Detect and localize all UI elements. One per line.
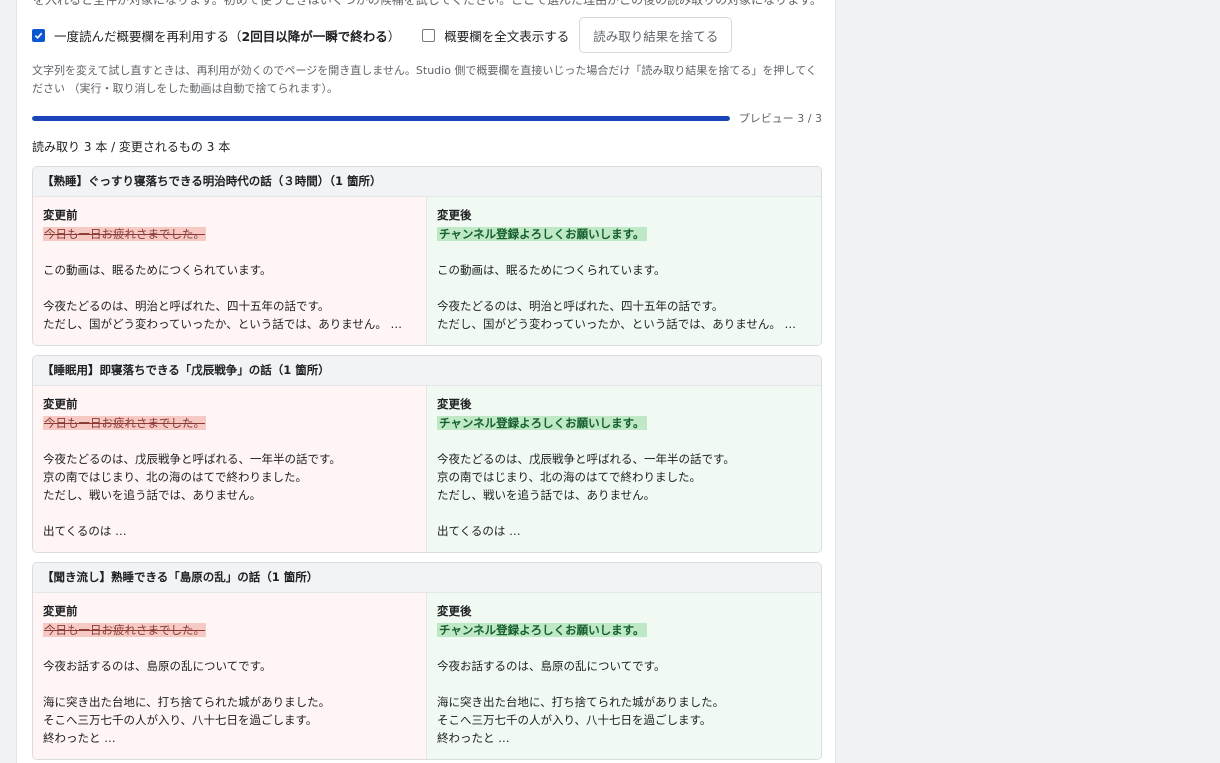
before-label: 変更前 (43, 604, 78, 618)
diff-card: 【熟睡】ぐっすり寝落ちできる明治時代の話（３時間）（1 箇所） 変更前 今日も一… (32, 166, 822, 346)
text-line (437, 432, 811, 450)
text-line: 終わったと … (437, 731, 510, 745)
text-line: 今夜たどるのは、戊辰戦争と呼ばれる、一年半の話です。 (43, 452, 341, 466)
text-line (437, 639, 811, 657)
added-text: チャンネル登録よろしくお願いします。 (437, 227, 647, 241)
text-line (437, 504, 811, 522)
after-label: 変更後 (437, 208, 472, 222)
text-line (437, 279, 811, 297)
text-line (43, 243, 416, 261)
after-column: 変更後 チャンネル登録よろしくお願いします。 今夜お話するのは、島原の乱について… (427, 593, 821, 759)
text-line: 終わったと … (43, 731, 116, 745)
text-line: 今夜お話するのは、島原の乱についてです。 (43, 659, 272, 673)
before-label: 変更前 (43, 397, 78, 411)
reuse-checkbox[interactable] (32, 28, 45, 42)
before-column: 変更前 今日も一日お疲れさまでした。 この動画は、眠るためにつくられています。 … (33, 197, 427, 345)
added-text: チャンネル登録よろしくお願いします。 (437, 416, 647, 430)
text-line: 今夜たどるのは、明治と呼ばれた、四十五年の話です。 (437, 299, 724, 313)
text-line (437, 675, 811, 693)
text-line: 出てくるのは … (437, 524, 521, 538)
after-label: 変更後 (437, 397, 472, 411)
text-line (437, 243, 811, 261)
removed-text: 今日も一日お疲れさまでした。 (43, 227, 206, 241)
text-line: 今夜たどるのは、明治と呼ばれた、四十五年の話です。 (43, 299, 330, 313)
text-line: 今夜お話するのは、島原の乱についてです。 (437, 659, 666, 673)
added-text: チャンネル登録よろしくお願いします。 (437, 623, 647, 637)
diff-card: 【聞き流し】熟睡できる「島原の乱」の話（1 箇所） 変更前 今日も一日お疲れさま… (32, 562, 822, 760)
after-column: 変更後 チャンネル登録よろしくお願いします。 この動画は、眠るためにつくられてい… (427, 197, 821, 345)
text-line: 海に突き出た台地に、打ち捨てられた城がありました。 (43, 695, 331, 709)
removed-text: 今日も一日お疲れさまでした。 (43, 416, 206, 430)
text-line: ただし、戦いを追う話では、ありません。 (437, 488, 656, 502)
text-line (43, 639, 416, 657)
text-line: ただし、国がどう変わっていったか、という話では、ありません。 … (43, 317, 403, 331)
fulltext-checkbox[interactable] (422, 28, 436, 42)
text-line: ただし、国がどう変わっていったか、という話では、ありません。 … (437, 317, 797, 331)
card-title: 【熟睡】ぐっすり寝落ちできる明治時代の話（３時間）（1 箇所） (33, 167, 821, 197)
text-line: この動画は、眠るためにつくられています。 (437, 263, 666, 277)
text-line: 出てくるのは … (43, 524, 127, 538)
text-line: そこへ三万七千の人が入り、八十七日を過ごします。 (43, 713, 318, 727)
discard-results-button[interactable]: 読み取り結果を捨てる (579, 17, 733, 53)
progress-bar (32, 115, 730, 121)
before-column: 変更前 今日も一日お疲れさまでした。 今夜お話するのは、島原の乱についてです。 … (33, 593, 427, 759)
options-row: 一度読んだ概要欄を再利用する（ 2回目以降が一瞬で終わる ） 概要欄を全文表示す… (32, 17, 733, 53)
removed-text: 今日も一日お疲れさまでした。 (43, 623, 206, 637)
before-label: 変更前 (43, 208, 78, 222)
after-label: 変更後 (437, 604, 472, 618)
progress-fill (32, 115, 730, 121)
text-line: 京の南ではじまり、北の海のはてで終わりました。 (43, 470, 308, 484)
text-line: 京の南ではじまり、北の海のはてで終わりました。 (437, 470, 702, 484)
diff-card: 【睡眠用】即寝落ちできる「戊辰戦争」の話（1 箇所） 変更前 今日も一日お疲れさ… (32, 355, 822, 553)
main-panel: を入れると全件が対象になります。初めて使うときはいくつかの候補を試してください。… (16, 0, 836, 763)
reuse-label: 一度読んだ概要欄を再利用する（ (54, 28, 242, 44)
summary-text: 読み取り 3 本 / 変更されるもの 3 本 (32, 140, 231, 154)
card-title: 【聞き流し】熟睡できる「島原の乱」の話（1 箇所） (33, 563, 821, 593)
help-text: 文字列を変えて試し直すときは、再利用が効くのでページを開き直しません。Studi… (32, 64, 817, 95)
card-title: 【睡眠用】即寝落ちできる「戊辰戦争」の話（1 箇所） (33, 356, 821, 386)
text-line: ただし、戦いを追う話では、ありません。 (43, 488, 262, 502)
truncated-intro-text: を入れると全件が対象になります。初めて使うときはいくつかの候補を試してください。… (33, 0, 822, 7)
progress-row: プレビュー 3 / 3 (32, 111, 822, 125)
after-column: 変更後 チャンネル登録よろしくお願いします。 今夜たどるのは、戊辰戦争と呼ばれる… (427, 386, 821, 552)
text-line (43, 279, 416, 297)
reuse-label-suffix: ） (387, 28, 401, 44)
checkmark-icon (34, 32, 43, 39)
text-line: 今夜たどるのは、戊辰戦争と呼ばれる、一年半の話です。 (437, 452, 735, 466)
text-line (43, 432, 416, 450)
before-column: 変更前 今日も一日お疲れさまでした。 今夜たどるのは、戊辰戦争と呼ばれる、一年半… (33, 386, 427, 552)
fulltext-label: 概要欄を全文表示する (444, 28, 570, 44)
reuse-label-strong: 2回目以降が一瞬で終わる (241, 28, 388, 44)
text-line: そこへ三万七千の人が入り、八十七日を過ごします。 (437, 713, 712, 727)
text-line (43, 504, 416, 522)
text-line: 海に突き出た台地に、打ち捨てられた城がありました。 (437, 695, 725, 709)
progress-label: プレビュー 3 / 3 (738, 112, 822, 125)
text-line: この動画は、眠るためにつくられています。 (43, 263, 272, 277)
text-line (43, 675, 416, 693)
